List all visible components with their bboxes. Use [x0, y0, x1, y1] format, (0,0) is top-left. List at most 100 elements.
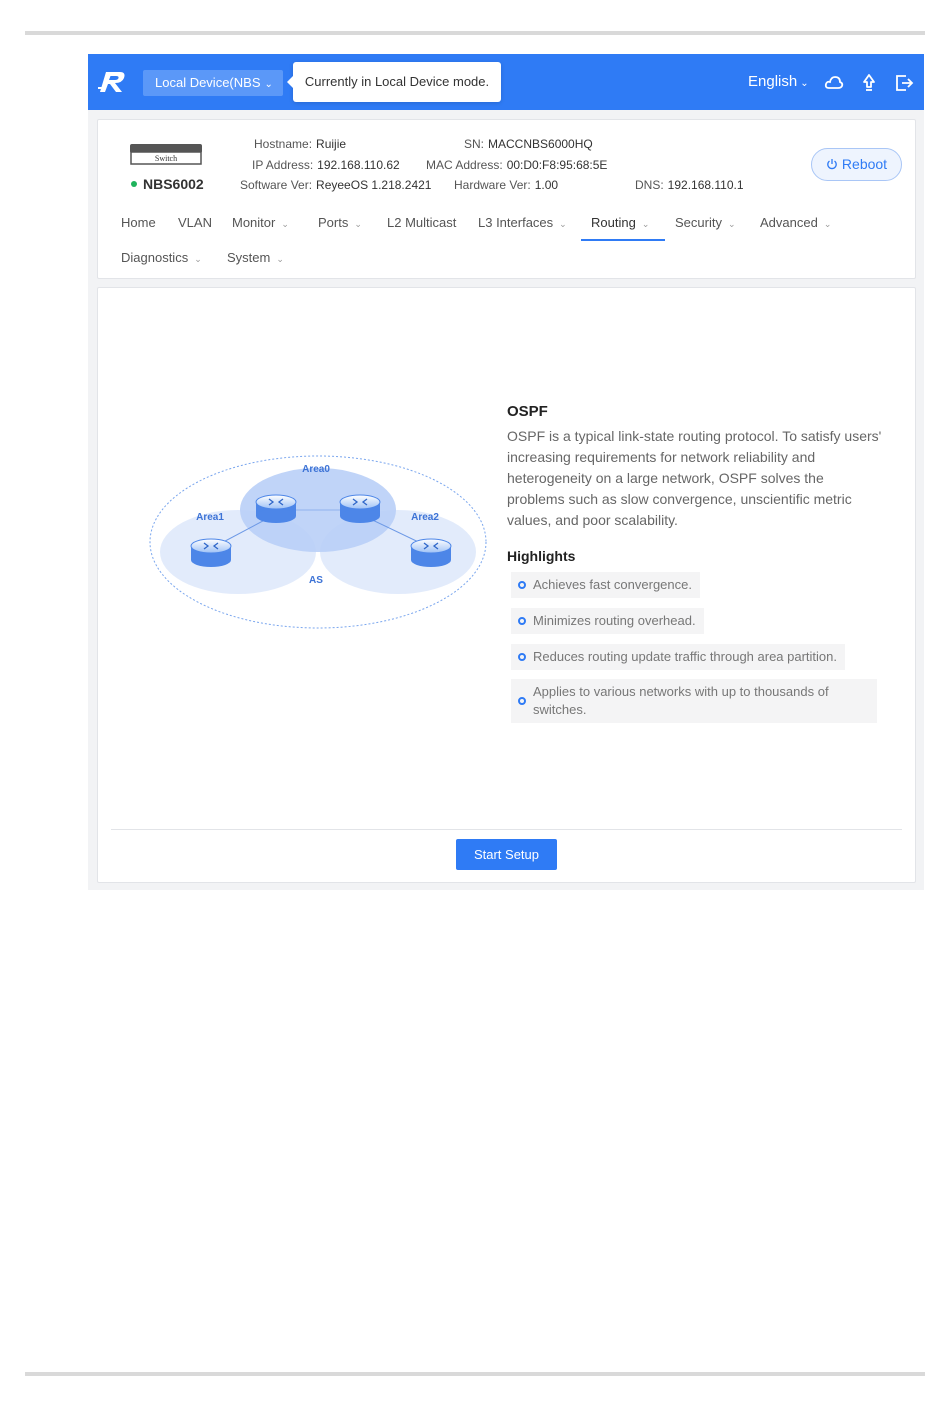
- nav-routing-label: Routing: [591, 215, 636, 230]
- switch-badge-text: Switch: [155, 154, 177, 163]
- dns-label: DNS:: [635, 178, 664, 192]
- device-mode-label: Local Device(NBS: [155, 75, 261, 90]
- nav-diagnostics-label: Diagnostics: [121, 250, 189, 265]
- nav-system[interactable]: System ⌄: [227, 249, 284, 268]
- chevron-down-icon: ⌄: [264, 79, 273, 90]
- highlight-item: Reduces routing update traffic through a…: [511, 644, 846, 670]
- chevron-down-icon: ⌄: [823, 219, 832, 229]
- router-icon: [255, 494, 297, 523]
- hostname-label: Hostname:: [254, 137, 313, 151]
- highlight-text: Applies to various networks with up to t…: [533, 684, 829, 717]
- mac-label: MAC Address:: [426, 158, 503, 172]
- reboot-button[interactable]: Reboot: [811, 148, 902, 181]
- software-field: Software Ver: ReyeeOS 1.218.2421: [240, 178, 431, 192]
- chevron-down-icon: ⌄: [354, 219, 362, 229]
- chevron-down-icon: ⌄: [800, 78, 809, 89]
- device-mode-select[interactable]: Local Device(NBS ⌄: [143, 70, 283, 96]
- language-label: English: [748, 73, 798, 90]
- highlight-item: Minimizes routing overhead.: [511, 608, 704, 634]
- chevron-down-icon: ⌄: [276, 254, 284, 264]
- rocket-icon[interactable]: [859, 73, 879, 93]
- dns-value: 192.168.110.1: [667, 178, 744, 192]
- area2-label: Area2: [411, 512, 439, 523]
- bullet-icon: [518, 581, 526, 589]
- chevron-down-icon: ⌄: [641, 219, 650, 229]
- nav-vlan-label: VLAN: [178, 215, 212, 230]
- bottom-rule: [25, 1372, 925, 1376]
- start-setup-button[interactable]: Start Setup: [456, 839, 557, 870]
- chevron-down-icon: ⌄: [281, 219, 289, 229]
- top-bar: Local Device(NBS ⌄ Currently in Local Dev…: [88, 54, 924, 110]
- top-rule: [25, 31, 925, 35]
- ospf-title: OSPF: [507, 403, 548, 420]
- online-status-dot: [131, 181, 137, 188]
- ospf-intro-panel: Area0 Area1 Area2 AS OSPF OSPF is a typi…: [97, 287, 916, 883]
- ip-value: 192.168.110.62: [317, 158, 400, 172]
- nav-security-label: Security: [675, 215, 722, 230]
- highlight-text: Reduces routing update traffic through a…: [533, 649, 838, 664]
- nav-diagnostics[interactable]: Diagnostics ⌄: [121, 249, 202, 268]
- nav-home[interactable]: Home: [121, 214, 156, 232]
- nav-ports[interactable]: Ports ⌄: [318, 214, 362, 233]
- bullet-icon: [518, 653, 526, 661]
- mac-value: 00:D0:F8:95:68:5E: [506, 158, 608, 172]
- switch-device-icon: Switch: [130, 144, 202, 165]
- ip-label: IP Address:: [252, 158, 314, 172]
- router-icon: [190, 538, 232, 567]
- device-name-text: NBS6002: [143, 176, 204, 192]
- nav-l3-interfaces-label: L3 Interfaces: [478, 215, 554, 230]
- router-icon: [339, 494, 381, 523]
- nav-l2-multicast-label: L2 Multicast: [387, 215, 457, 230]
- hardware-label: Hardware Ver:: [454, 178, 531, 192]
- nav-vlan[interactable]: VLAN: [178, 214, 212, 232]
- nav-advanced[interactable]: Advanced ⌄: [760, 214, 831, 233]
- device-name: NBS6002: [131, 176, 204, 192]
- hostname-value: Ruijie: [316, 137, 347, 151]
- highlight-item: Applies to various networks with up to t…: [511, 679, 877, 723]
- ospf-description: OSPF is a typical link-state routing pro…: [507, 428, 882, 528]
- nav-routing[interactable]: Routing ⌄: [591, 214, 649, 233]
- mode-tooltip: Currently in Local Device mode.: [287, 62, 501, 102]
- language-select[interactable]: English ⌄: [748, 72, 809, 94]
- ruijie-logo[interactable]: [96, 68, 128, 96]
- nav-advanced-label: Advanced: [760, 215, 818, 230]
- nav-monitor[interactable]: Monitor ⌄: [232, 214, 289, 233]
- chevron-down-icon: ⌄: [559, 219, 567, 229]
- highlight-text: Minimizes routing overhead.: [533, 613, 696, 628]
- power-icon: [827, 159, 837, 170]
- nav-security[interactable]: Security ⌄: [675, 214, 736, 233]
- device-info-panel: Switch NBS6002 Hostname: Ruijie SN: MACCNB…: [97, 119, 916, 279]
- nav-home-label: Home: [121, 215, 156, 230]
- nav-l2-multicast[interactable]: L2 Multicast: [387, 214, 456, 232]
- chevron-down-icon: ⌄: [727, 219, 736, 229]
- mac-field: MAC Address: 00:D0:F8:95:68:5E: [426, 158, 607, 172]
- area1-label: Area1: [196, 512, 224, 523]
- nav-active-indicator: [581, 239, 665, 241]
- sn-field: SN: MACCNBS6000HQ: [464, 137, 593, 151]
- cloud-icon[interactable]: [824, 73, 844, 93]
- hardware-field: Hardware Ver: 1.00: [454, 178, 558, 192]
- bullet-icon: [518, 697, 526, 705]
- highlight-item: Achieves fast convergence.: [511, 572, 700, 598]
- nav-monitor-label: Monitor: [232, 215, 276, 230]
- sn-value: MACCNBS6000HQ: [488, 137, 593, 151]
- ospf-topology-diagram: Area0 Area1 Area2 AS: [149, 455, 487, 629]
- hostname-field: Hostname: Ruijie: [254, 137, 346, 151]
- footer-divider: [111, 829, 902, 830]
- software-label: Software Ver:: [240, 178, 313, 192]
- hardware-value: 1.00: [534, 178, 559, 192]
- bullet-icon: [518, 617, 526, 625]
- app-window: Local Device(NBS ⌄ Currently in Local Dev…: [88, 54, 924, 890]
- sn-label: SN:: [464, 137, 485, 151]
- software-value: ReyeeOS 1.218.2421: [316, 178, 432, 192]
- reboot-label: Reboot: [841, 156, 888, 172]
- as-label: AS: [309, 575, 323, 586]
- dns-field: DNS: 192.168.110.1: [635, 178, 744, 192]
- router-icon: [410, 538, 452, 567]
- nav-l3-interfaces[interactable]: L3 Interfaces ⌄: [478, 214, 567, 233]
- nav-system-label: System: [227, 250, 271, 265]
- logout-icon[interactable]: [894, 73, 914, 93]
- chevron-down-icon: ⌄: [194, 254, 202, 264]
- area0-label: Area0: [302, 464, 330, 475]
- nav-ports-label: Ports: [318, 215, 349, 230]
